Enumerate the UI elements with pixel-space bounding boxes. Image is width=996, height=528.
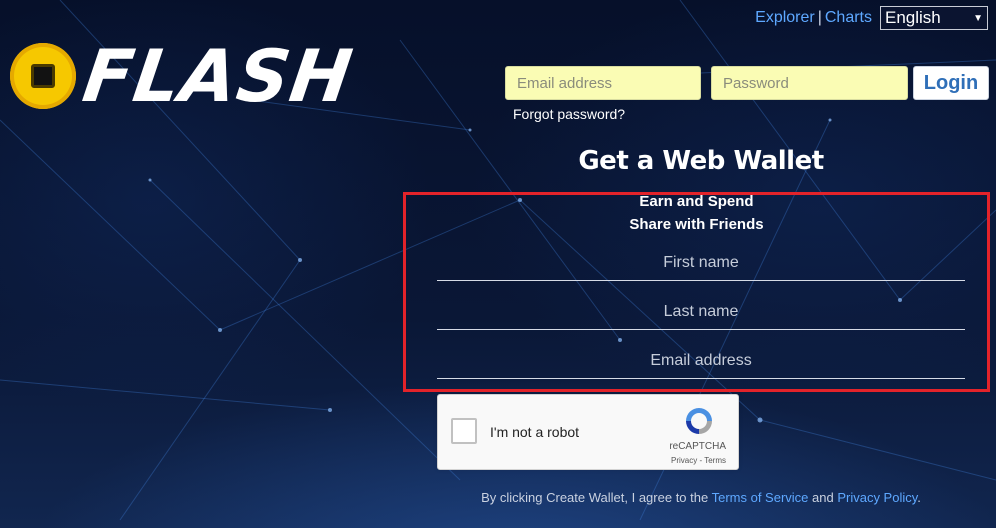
- chevron-down-icon: ▼: [973, 12, 983, 24]
- recaptcha-links: Privacy - Terms: [671, 456, 726, 465]
- privacy-policy-link[interactable]: Privacy Policy: [837, 490, 917, 505]
- last-name-field[interactable]: [437, 294, 965, 330]
- first-name-field[interactable]: [437, 245, 965, 281]
- login-password-input[interactable]: [711, 66, 908, 100]
- terms-of-service-link[interactable]: Terms of Service: [712, 490, 809, 505]
- terms-suffix: .: [917, 490, 921, 505]
- recaptcha-icon: [686, 408, 712, 434]
- signup-subtitle-2: Share with Friends: [629, 216, 764, 233]
- flash-logo[interactable]: FLASH: [10, 34, 358, 118]
- signup-title: Get a Web Wallet: [578, 146, 824, 176]
- flash-coin-icon: [10, 43, 76, 109]
- nav-separator: |: [817, 9, 822, 26]
- terms-prefix: By clicking Create Wallet, I agree to th…: [481, 490, 712, 505]
- recaptcha-label: I'm not a robot: [490, 424, 580, 440]
- login-email-input[interactable]: [505, 66, 701, 100]
- recaptcha-brand: reCAPTCHA: [669, 441, 726, 452]
- recaptcha-widget: I'm not a robot reCAPTCHA Privacy - Term…: [437, 394, 739, 470]
- terms-middle: and: [808, 490, 838, 505]
- explorer-link[interactable]: Explorer: [755, 9, 815, 27]
- signup-subtitle-1: Earn and Spend: [639, 193, 754, 210]
- brand-name: FLASH: [78, 34, 358, 118]
- login-button[interactable]: Login: [913, 66, 989, 100]
- recaptcha-terms-link[interactable]: Terms: [704, 456, 726, 465]
- language-value: English: [885, 8, 941, 27]
- forgot-password-link[interactable]: Forgot password?: [513, 106, 625, 122]
- charts-link[interactable]: Charts: [825, 9, 872, 27]
- top-nav: Explorer | Charts English ▼: [755, 6, 988, 30]
- terms-notice: By clicking Create Wallet, I agree to th…: [0, 490, 996, 505]
- signup-email-field[interactable]: [437, 343, 965, 379]
- language-select[interactable]: English ▼: [880, 6, 988, 30]
- recaptcha-privacy-link[interactable]: Privacy: [671, 456, 697, 465]
- recaptcha-checkbox[interactable]: [451, 418, 477, 444]
